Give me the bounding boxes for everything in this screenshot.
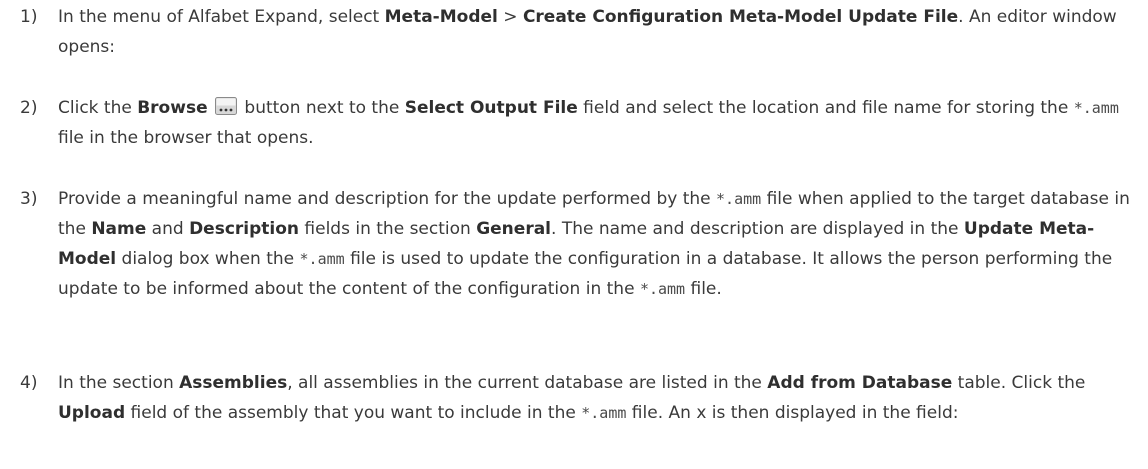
select-output-file-label: Select Output File <box>404 98 578 118</box>
description-field-label: Description <box>189 219 300 239</box>
upload-field-label: Upload <box>58 403 126 423</box>
step-number: 1) <box>20 7 38 27</box>
browse-button-icon <box>215 95 237 115</box>
menu-meta-model: Meta-Model <box>384 7 498 27</box>
step-2: 2) Click the Browse button next to the S… <box>20 93 1140 153</box>
assemblies-section-label: Assemblies <box>179 373 288 393</box>
step-number: 3) <box>20 189 38 209</box>
step-4: 4) In the section Assemblies, all assemb… <box>20 368 1140 428</box>
step-number: 4) <box>20 373 38 393</box>
general-section-label: General <box>476 219 552 239</box>
menu-create-configuration-file: Create Configuration Meta-Model Update F… <box>522 7 959 27</box>
name-field-label: Name <box>91 219 147 239</box>
step-3: 3) Provide a meaningful name and descrip… <box>20 184 1140 304</box>
step-1: 1) In the menu of Alfabet Expand, select… <box>20 2 1140 62</box>
add-from-database-label: Add from Database <box>767 373 953 393</box>
step-text: Provide a meaningful name and descriptio… <box>58 189 1130 299</box>
step-text: In the menu of Alfabet Expand, select Me… <box>58 7 1117 57</box>
step-text: Click the Browse button next to the Sele… <box>58 93 1140 153</box>
browse-label: Browse <box>137 98 208 118</box>
step-number: 2) <box>20 98 38 118</box>
step-text: In the section Assemblies, all assemblie… <box>58 373 1086 423</box>
